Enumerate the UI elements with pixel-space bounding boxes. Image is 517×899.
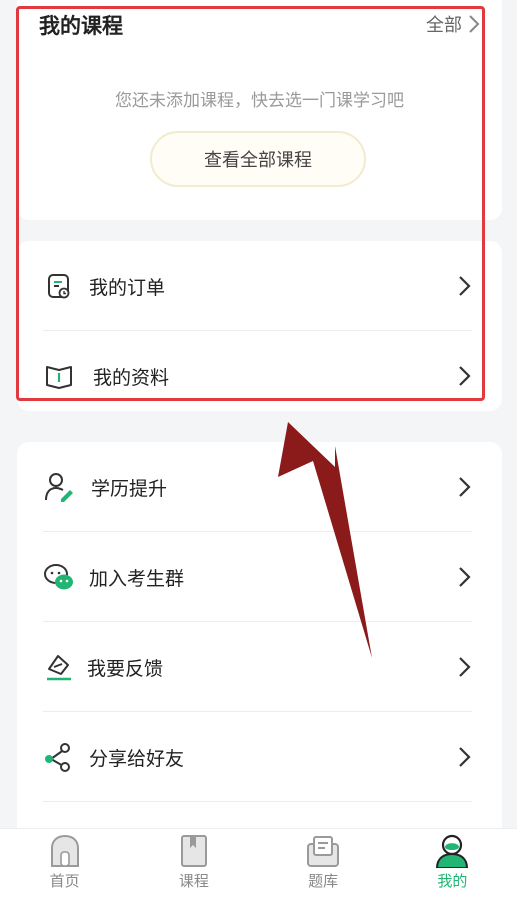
user-edit-icon [43, 471, 75, 503]
menu-item-label: 我要反馈 [87, 657, 164, 680]
menu-item-label: 分享给好友 [89, 747, 185, 770]
menu-item-label: 学历提升 [91, 477, 168, 500]
home-icon [50, 834, 79, 867]
order-icon [43, 270, 75, 302]
menu-item-label: 我的资料 [93, 366, 170, 389]
tab-home[interactable]: 首页 [0, 829, 129, 899]
my-courses-title: 我的课程 [39, 14, 123, 38]
bottom-tab-bar: 首页 课程 题库 我的 [0, 828, 517, 899]
wechat-icon [43, 561, 75, 593]
view-all-courses-button[interactable]: 查看全部课程 [150, 131, 366, 187]
chevron-right-icon [459, 657, 471, 677]
course-icon [180, 835, 207, 867]
menu-item-my-materials[interactable]: 我的资料 [17, 331, 502, 421]
chevron-right-icon [459, 747, 471, 767]
tab-label: 我的 [437, 872, 468, 890]
all-courses-label: 全部 [426, 15, 462, 36]
share-icon [43, 741, 75, 773]
book-icon [43, 360, 75, 392]
menu-group-services: 学历提升 加入考生群 我要反馈 分享给好友 [17, 442, 502, 842]
feedback-icon [43, 651, 75, 683]
chevron-right-icon [459, 366, 471, 386]
tab-courses[interactable]: 课程 [129, 829, 258, 899]
question-bank-icon [307, 836, 340, 867]
menu-item-join-group[interactable]: 加入考生群 [17, 532, 502, 622]
tab-label: 课程 [178, 872, 209, 890]
all-courses-link[interactable]: 全部 [426, 11, 480, 37]
menu-item-label: 加入考生群 [89, 567, 185, 590]
divider [43, 801, 472, 802]
tab-profile[interactable]: 我的 [388, 829, 517, 899]
chevron-right-icon [459, 477, 471, 497]
tab-label: 题库 [308, 872, 339, 890]
my-courses-card: 我的课程 全部 您还未添加课程，快去选一门课学习吧 查看全部课程 [17, 0, 502, 220]
chevron-right-icon [459, 567, 471, 587]
menu-item-label: 我的订单 [89, 276, 166, 299]
tab-label: 首页 [49, 872, 80, 890]
tab-question-bank[interactable]: 题库 [259, 829, 388, 899]
empty-courses-message: 您还未添加课程，快去选一门课学习吧 [115, 91, 404, 111]
menu-item-my-orders[interactable]: 我的订单 [17, 241, 502, 331]
menu-item-education[interactable]: 学历提升 [17, 442, 502, 532]
menu-item-feedback[interactable]: 我要反馈 [17, 622, 502, 712]
chevron-right-icon [459, 276, 471, 296]
profile-icon [436, 834, 469, 868]
chevron-right-icon [469, 15, 480, 33]
menu-group-orders: 我的订单 我的资料 [17, 241, 502, 411]
menu-item-share[interactable]: 分享给好友 [17, 712, 502, 802]
